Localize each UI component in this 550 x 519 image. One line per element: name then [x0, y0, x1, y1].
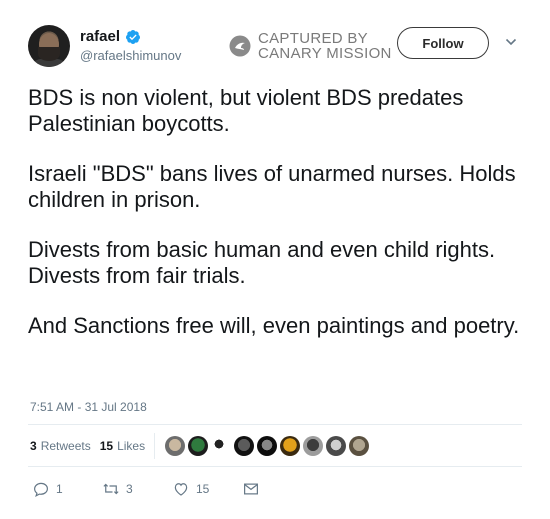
divider: [28, 466, 522, 467]
stats-separator: [154, 433, 156, 459]
reply-icon: [34, 482, 48, 497]
like-count: 15: [196, 482, 210, 496]
liker-avatar[interactable]: [280, 436, 301, 456]
like-button[interactable]: 15: [172, 480, 242, 498]
likes-label: Likes: [117, 439, 146, 453]
liker-avatar[interactable]: [257, 436, 278, 456]
retweet-button[interactable]: 3: [102, 480, 172, 498]
liker-avatar[interactable]: [165, 436, 186, 456]
reply-count: 1: [56, 482, 63, 496]
avatar[interactable]: [28, 25, 70, 67]
tweet-actions: 1 3 15: [32, 480, 312, 498]
retweet-icon: [103, 483, 119, 495]
watermark-line1: CAPTURED BY: [258, 30, 368, 47]
heart-icon: [174, 483, 188, 496]
tweet-timestamp[interactable]: 7:51 AM - 31 Jul 2018: [30, 400, 147, 414]
user-handle[interactable]: @rafaelshimunov: [80, 48, 181, 63]
canary-mission-logo-icon: [229, 35, 251, 57]
direct-message-icon: [244, 483, 258, 495]
chevron-down-icon[interactable]: [505, 36, 517, 48]
tweet-text: BDS is non violent, but violent BDS pred…: [28, 85, 528, 363]
liker-avatar[interactable]: [211, 436, 232, 456]
tweet-paragraph: BDS is non violent, but violent BDS pred…: [28, 85, 464, 136]
tweet-paragraph: Israeli "BDS" bans lives of unarmed nurs…: [28, 161, 516, 212]
tweet-stats: 3 Retweets 15 Likes: [30, 433, 370, 459]
name-row: rafael: [80, 28, 141, 45]
divider: [28, 424, 522, 425]
canary-mission-watermark: CAPTURED BY CANARY MISSION: [229, 31, 392, 61]
watermark-text: CAPTURED BY CANARY MISSION: [258, 31, 392, 61]
retweets-label: Retweets: [40, 439, 91, 453]
verified-badge-icon: [126, 29, 141, 44]
liker-avatar[interactable]: [234, 436, 255, 456]
liker-avatar[interactable]: [188, 436, 209, 456]
tweet-header: rafael @rafaelshimunov CAPTURED BY CANAR…: [28, 22, 528, 70]
direct-message-button[interactable]: [242, 480, 312, 498]
watermark-line2: CANARY MISSION: [258, 45, 392, 62]
avatar-beard: [38, 47, 60, 61]
liker-avatars: [165, 436, 370, 456]
retweets-stat[interactable]: 3 Retweets: [30, 439, 91, 453]
follow-button[interactable]: Follow: [397, 27, 489, 59]
reply-button[interactable]: 1: [32, 480, 102, 498]
likes-stat[interactable]: 15 Likes: [100, 439, 145, 453]
retweet-count: 3: [126, 482, 133, 496]
likes-count: 15: [99, 439, 114, 453]
tweet-paragraph: And Sanctions free will, even paintings …: [28, 313, 520, 338]
liker-avatar[interactable]: [303, 436, 324, 456]
liker-avatar[interactable]: [349, 436, 370, 456]
display-name[interactable]: rafael: [80, 28, 120, 45]
tweet-paragraph: Divests from basic human and even child …: [28, 237, 496, 288]
retweets-count: 3: [30, 439, 37, 453]
liker-avatar[interactable]: [326, 436, 347, 456]
